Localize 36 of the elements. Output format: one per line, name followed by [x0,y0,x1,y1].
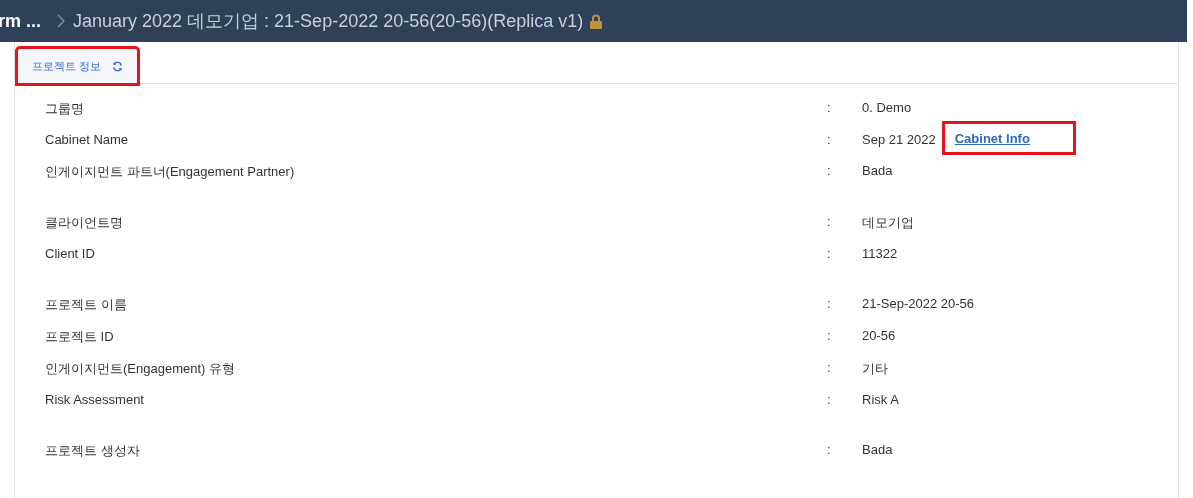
colon-separator: : [827,163,832,179]
field-value: 데모기업 [862,214,914,233]
field-value: 11322 [862,245,898,261]
colon-separator: : [827,214,832,230]
breadcrumb-item[interactable]: rm ... [0,10,41,32]
field-label: Cabinet Name [45,131,130,147]
field-value: 기타 [862,359,888,378]
field-value: 0. Demo [862,100,912,115]
field-value: 21-Sep-2022 20-56 [862,296,975,312]
field-value: Bada [862,163,893,179]
chevron-icon [57,14,65,28]
field-label: 클라이언트명 [45,214,124,233]
field-value: Risk A [862,391,899,407]
field-value: 20-56 [862,328,896,344]
field-label: 프로젝트 ID [45,328,115,347]
colon-separator: : [827,100,832,115]
field-value: Sep 21 2022 [862,131,936,147]
colon-separator: : [827,328,832,344]
tab[interactable]: 프로젝트 정보 [17,48,138,84]
field-label: 프로젝트 이름 [45,296,128,315]
field-label: 프로젝트 생성자 [45,442,141,461]
cabinet-info-link[interactable]: Cabinet Info [941,120,1076,155]
colon-separator: : [827,131,832,147]
field-label: 인게이지먼트 파트너(Engagement Partner) [45,163,296,182]
colon-separator: : [827,391,832,407]
field-label: Client ID [45,245,96,261]
page-title: January 2022 데모기업 : 21-Sep-2022 20-56(20-56)(Replica v1) [73,10,584,33]
field-label: 인게이지먼트(Engagement) 유형 [45,359,236,378]
field-label: 그룹명 [45,100,85,118]
colon-separator: : [827,296,832,312]
field-label: Risk Assessment [45,391,145,407]
colon-separator: : [827,442,832,458]
field-value: Bada [862,442,893,458]
refresh-icon [111,61,123,72]
colon-separator: : [827,359,832,375]
colon-separator: : [827,245,832,261]
